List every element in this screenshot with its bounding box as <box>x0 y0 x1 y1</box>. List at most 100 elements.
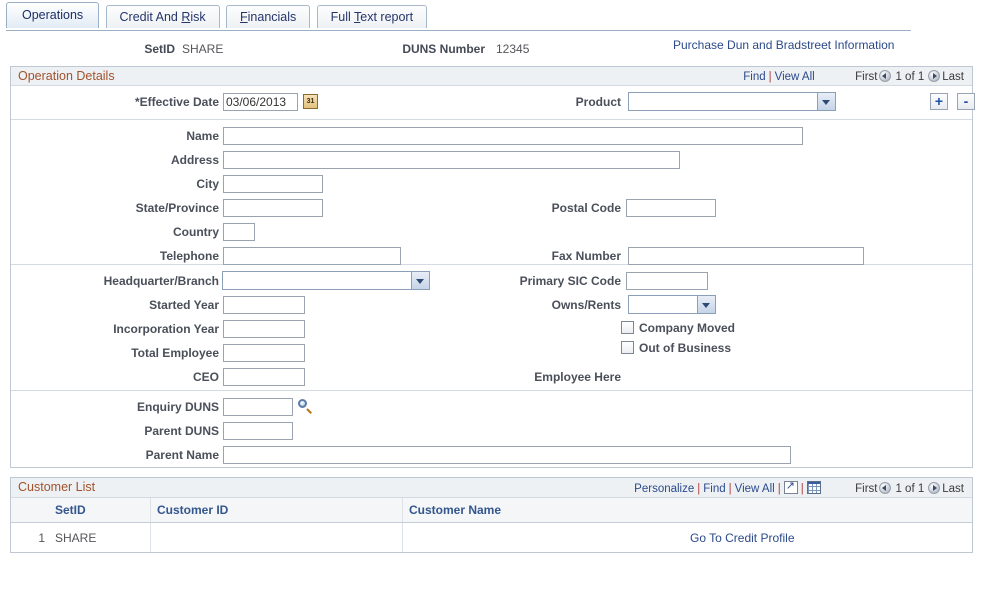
view-all-link[interactable]: View All <box>775 71 815 83</box>
go-to-credit-profile-link[interactable]: Go To Credit Profile <box>690 531 795 545</box>
column-header-rownum <box>11 498 49 523</box>
city-input[interactable] <box>223 175 323 193</box>
name-label: Name <box>49 129 219 143</box>
tab-full-text-report[interactable]: Full Text report <box>317 5 427 28</box>
total-employee-input[interactable] <box>223 344 305 362</box>
cell-action: Go To Credit Profile <box>684 523 972 553</box>
address-group: Name Address City State/Province Postal … <box>11 120 972 265</box>
tab-operations[interactable]: Operations <box>6 2 99 28</box>
duns-number-value: 12345 <box>496 42 529 56</box>
ceo-input[interactable] <box>223 368 305 386</box>
search-icon[interactable] <box>298 399 313 414</box>
parent-name-label: Parent Name <box>49 448 219 462</box>
customer-list-nav: Personalize|Find|View All|| First1 of 1L… <box>634 481 964 495</box>
personalize-link[interactable]: Personalize <box>634 483 694 495</box>
city-label: City <box>49 177 219 191</box>
fax-number-input[interactable] <box>628 247 864 265</box>
tab-financials-label: Financials <box>240 10 296 24</box>
column-header-action <box>684 498 972 523</box>
column-header-setid: SetID <box>49 498 151 523</box>
chevron-down-icon <box>697 296 715 313</box>
effective-date-group: *Effective Date 31 Product + - <box>11 86 972 120</box>
country-input[interactable] <box>223 223 255 241</box>
purchase-dun-bradstreet-link[interactable]: Purchase Dun and Bradstreet Information <box>673 38 894 52</box>
primary-sic-code-label: Primary SIC Code <box>451 274 621 288</box>
previous-row-icon[interactable] <box>879 70 891 82</box>
customer-list-panel: Customer List Personalize|Find|View All|… <box>10 477 973 553</box>
ceo-label: CEO <box>49 370 219 384</box>
chevron-down-icon <box>411 272 429 289</box>
product-label: Product <box>501 95 621 109</box>
cell-customer-id <box>151 523 403 553</box>
grid-last-label[interactable]: Last <box>942 483 964 495</box>
out-of-business-label: Out of Business <box>639 341 731 355</box>
operation-details-body: *Effective Date 31 Product + - Name Addr… <box>11 86 972 467</box>
calendar-icon[interactable]: 31 <box>303 94 318 109</box>
tab-credit-and-risk[interactable]: Credit And Risk <box>106 5 220 28</box>
postal-code-label: Postal Code <box>466 201 621 215</box>
country-label: Country <box>49 225 219 239</box>
grid-row-counter: 1 of 1 <box>895 483 924 495</box>
enquiry-duns-input[interactable] <box>223 398 293 416</box>
company-moved-checkbox[interactable] <box>621 321 634 334</box>
address-label: Address <box>49 153 219 167</box>
parent-name-input[interactable] <box>223 446 791 464</box>
company-moved-label: Company Moved <box>639 321 735 335</box>
tab-credit-and-risk-label: Credit And Risk <box>120 10 206 24</box>
postal-code-input[interactable] <box>626 199 716 217</box>
grid-icon[interactable] <box>807 481 821 494</box>
effective-date-input[interactable] <box>223 93 298 111</box>
primary-sic-code-input[interactable] <box>626 272 708 290</box>
chevron-down-icon <box>817 93 835 110</box>
employee-here-label: Employee Here <box>466 370 621 384</box>
last-label[interactable]: Last <box>942 71 964 83</box>
next-row-icon[interactable] <box>928 70 940 82</box>
nav-separator: | <box>769 71 772 83</box>
operation-details-title: Operation Details <box>18 69 115 83</box>
parent-duns-input[interactable] <box>223 422 293 440</box>
column-header-customer-id: Customer ID <box>151 498 403 523</box>
first-label[interactable]: First <box>855 71 877 83</box>
duns-number-label: DUNS Number <box>345 42 485 56</box>
telephone-input[interactable] <box>223 247 401 265</box>
name-input[interactable] <box>223 127 803 145</box>
state-province-label: State/Province <box>49 201 219 215</box>
column-header-customer-name: Customer Name <box>403 498 685 523</box>
grid-next-icon[interactable] <box>928 482 940 494</box>
row-counter: 1 of 1 <box>895 71 924 83</box>
operation-details-header: Operation Details Find |View All First 1 o… <box>11 67 972 86</box>
incorporation-year-input[interactable] <box>223 320 305 338</box>
headquarter-branch-dropdown[interactable] <box>222 271 430 290</box>
tab-operations-label: Operations <box>22 8 83 22</box>
owns-rents-dropdown[interactable] <box>628 295 716 314</box>
total-employee-label: Total Employee <box>49 346 219 360</box>
cell-setid: SHARE <box>49 523 151 553</box>
incorporation-year-label: Incorporation Year <box>49 322 219 336</box>
started-year-label: Started Year <box>49 298 219 312</box>
grid-previous-icon[interactable] <box>879 482 891 494</box>
setid-value: SHARE <box>182 42 223 56</box>
grid-first-label[interactable]: First <box>855 483 877 495</box>
company-profile-group: Headquarter/Branch Started Year Incorpor… <box>11 265 972 391</box>
grid-find-link[interactable]: Find <box>703 483 725 495</box>
operation-details-panel: Operation Details Find |View All First 1 o… <box>10 66 973 468</box>
started-year-input[interactable] <box>223 296 305 314</box>
out-of-business-checkbox[interactable] <box>621 341 634 354</box>
tab-full-text-report-label: Full Text report <box>331 10 413 24</box>
effective-date-label: *Effective Date <box>49 95 219 109</box>
state-province-input[interactable] <box>223 199 323 217</box>
add-row-button[interactable]: + <box>930 93 948 110</box>
tab-financials[interactable]: Financials <box>226 5 310 28</box>
address-input[interactable] <box>223 151 680 169</box>
cell-customer-name <box>403 523 685 553</box>
operation-details-nav: Find |View All First 1 of 1 Last <box>743 70 964 83</box>
header-meta-row: SetID SHARE DUNS Number 12345 Purchase D… <box>0 38 983 62</box>
delete-row-button[interactable]: - <box>957 93 975 110</box>
nav-separator: | <box>778 483 781 495</box>
setid-label: SetID <box>130 42 175 56</box>
find-link[interactable]: Find <box>743 71 765 83</box>
download-icon[interactable] <box>784 481 798 494</box>
grid-view-all-link[interactable]: View All <box>735 483 775 495</box>
table-header-row: SetID Customer ID Customer Name <box>11 498 972 523</box>
product-dropdown[interactable] <box>628 92 836 111</box>
